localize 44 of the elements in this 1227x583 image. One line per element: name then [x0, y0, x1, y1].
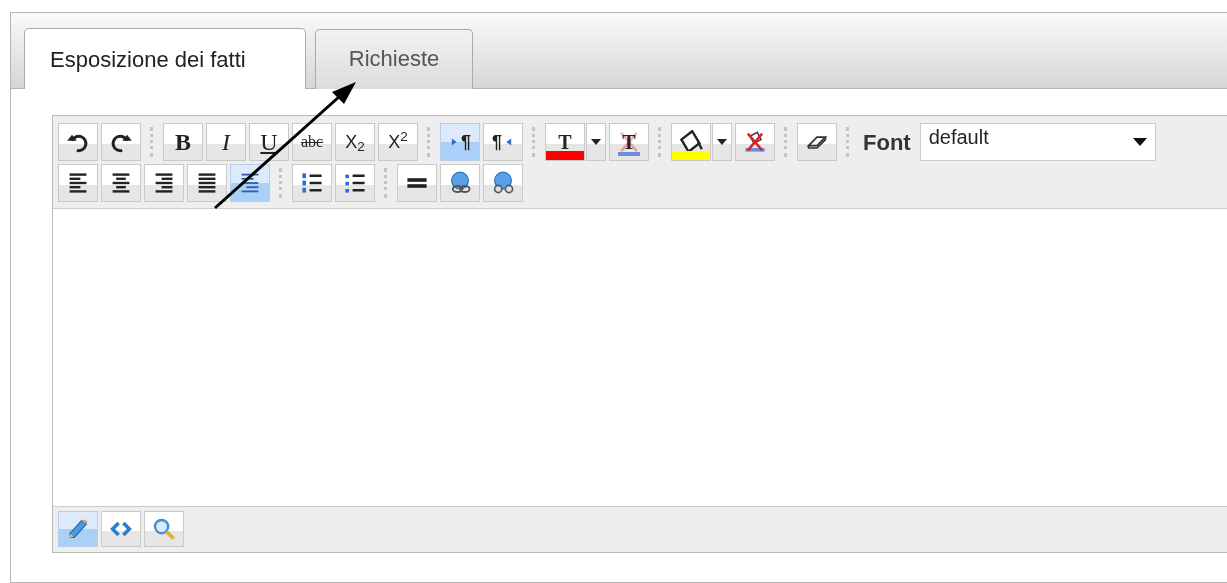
- remove-highlight-button[interactable]: [735, 123, 775, 161]
- redo-button[interactable]: [101, 123, 141, 161]
- font-select[interactable]: default: [919, 123, 1156, 161]
- text-flow-button[interactable]: [230, 164, 270, 202]
- paint-bucket-icon: [743, 130, 767, 154]
- preview-mode-button[interactable]: [144, 511, 184, 547]
- strikethrough-button[interactable]: abc: [292, 123, 332, 161]
- align-right-button[interactable]: [144, 164, 184, 202]
- align-center-button[interactable]: [101, 164, 141, 202]
- caret-icon: [1132, 138, 1147, 146]
- pencil-icon: [66, 517, 90, 541]
- highlight-color-button[interactable]: [671, 123, 711, 161]
- caret-icon: [717, 139, 727, 145]
- globe-unlink-icon: [491, 171, 515, 195]
- insert-link-button[interactable]: [440, 164, 480, 202]
- dropdown-button[interactable]: [712, 123, 732, 161]
- html-mode-button[interactable]: [101, 511, 141, 547]
- tab[interactable]: Richieste: [315, 29, 473, 89]
- caret-icon: [591, 139, 601, 145]
- design-mode-button[interactable]: [58, 511, 98, 547]
- magnifier-icon: [152, 517, 176, 541]
- italic-button[interactable]: I: [206, 123, 246, 161]
- superscript-button[interactable]: X$^{2}$: [378, 123, 418, 161]
- text-color-button[interactable]: T: [545, 123, 585, 161]
- justify-button[interactable]: [187, 164, 227, 202]
- remove-link-button[interactable]: [483, 164, 523, 202]
- underline-button[interactable]: U: [249, 123, 289, 161]
- numbered-list-icon: [300, 171, 324, 195]
- clear-formatting-button[interactable]: [797, 123, 837, 161]
- bullet-list-button[interactable]: [335, 164, 375, 202]
- remove-text-color-button[interactable]: T: [609, 123, 649, 161]
- subscript-button[interactable]: X$_{2}$: [335, 123, 375, 161]
- numbered-list-button[interactable]: [292, 164, 332, 202]
- paint-bucket-icon: [679, 130, 703, 154]
- font-label: Font: [863, 128, 911, 157]
- align-left-button[interactable]: [58, 164, 98, 202]
- globe-link-icon: [448, 171, 472, 195]
- tab[interactable]: Esposizione dei fatti: [24, 28, 306, 89]
- bold-button[interactable]: B: [163, 123, 203, 161]
- undo-button[interactable]: [58, 123, 98, 161]
- right-to-left-button[interactable]: ¶: [483, 123, 523, 161]
- dropdown-button[interactable]: [586, 123, 606, 161]
- horizontal-rule-button[interactable]: [397, 164, 437, 202]
- left-to-right-button[interactable]: ¶: [440, 123, 480, 161]
